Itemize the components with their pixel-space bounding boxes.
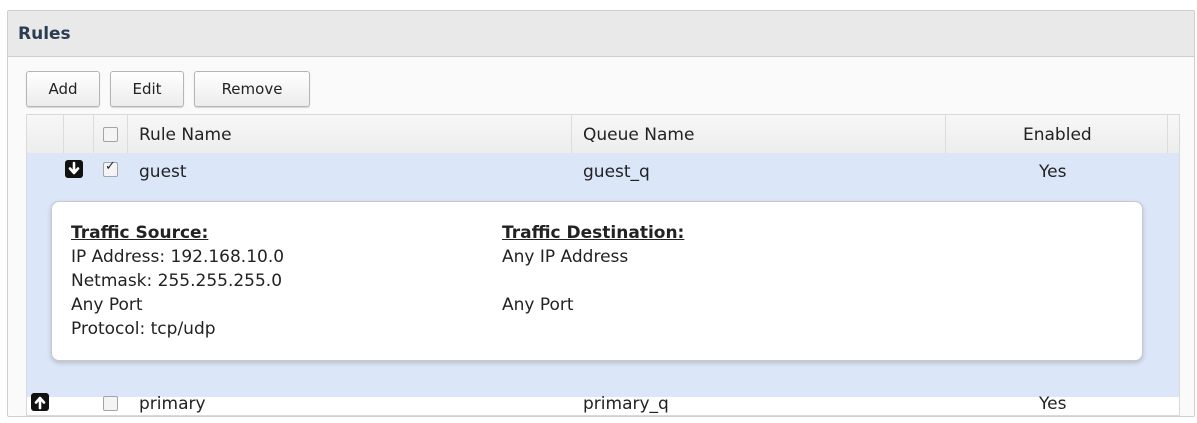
destination-ip-address: Any IP Address <box>502 247 629 267</box>
column-header-queue-name[interactable]: Queue Name <box>583 125 694 145</box>
column-header-enabled[interactable]: Enabled <box>1023 125 1092 145</box>
enabled-cell: Yes <box>1039 394 1067 414</box>
source-protocol: Protocol: tcp/udp <box>71 319 216 339</box>
edit-button[interactable]: Edit <box>110 71 184 107</box>
rule-name-cell: guest <box>139 162 187 182</box>
panel-header: Rules <box>8 11 1194 57</box>
arrow-up-icon[interactable] <box>31 393 49 411</box>
row-checkbox-guest[interactable] <box>103 159 118 177</box>
column-header-rule-name[interactable]: Rule Name <box>139 125 232 145</box>
queue-name-cell: primary_q <box>583 394 669 414</box>
enabled-cell: Yes <box>1039 162 1067 182</box>
add-button[interactable]: Add <box>26 71 100 107</box>
rule-name-cell: primary <box>139 394 206 414</box>
rules-table: Rule Name Queue Name Enabled guest guest… <box>26 114 1180 416</box>
row-checkbox-primary[interactable] <box>103 396 118 411</box>
select-all-checkbox[interactable] <box>103 127 118 142</box>
traffic-destination-heading: Traffic Destination: <box>502 223 685 243</box>
rules-panel: Rules Add Edit Remove Rule Name Queue Na… <box>7 10 1195 417</box>
remove-button[interactable]: Remove <box>194 71 310 107</box>
table-row-guest[interactable]: guest guest_q Yes Traffic Source: IP Add… <box>27 153 1179 398</box>
rule-details-panel: Traffic Source: IP Address: 192.168.10.0… <box>51 201 1143 361</box>
arrow-down-icon[interactable] <box>65 160 83 178</box>
panel-title: Rules <box>18 24 71 44</box>
traffic-source-heading: Traffic Source: <box>71 223 209 243</box>
table-row-primary[interactable]: primary primary_q Yes <box>27 393 1179 415</box>
table-header: Rule Name Queue Name Enabled <box>27 115 1179 154</box>
source-netmask: Netmask: 255.255.255.0 <box>71 271 283 291</box>
source-port: Any Port <box>71 295 143 315</box>
destination-port: Any Port <box>502 295 574 315</box>
source-ip-address: IP Address: 192.168.10.0 <box>71 247 285 267</box>
queue-name-cell: guest_q <box>583 162 650 182</box>
